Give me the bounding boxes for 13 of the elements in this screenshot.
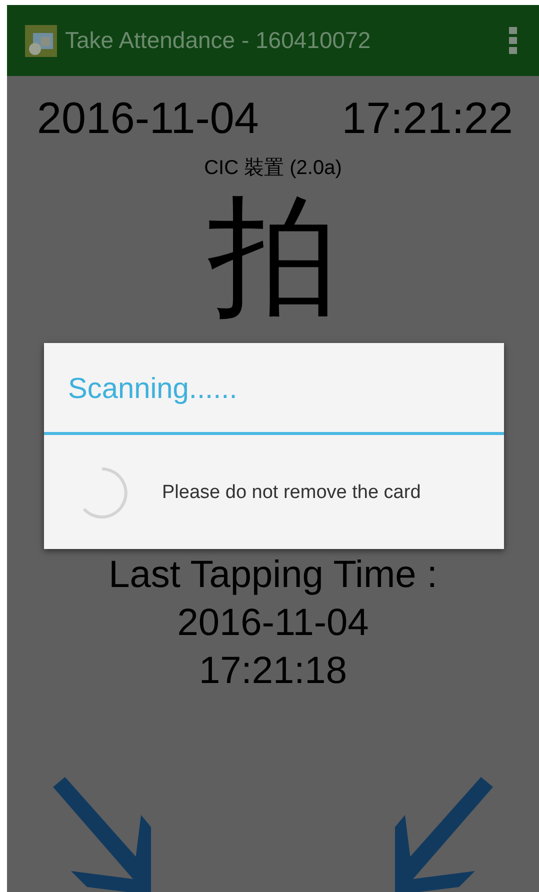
app-icon xyxy=(25,24,57,56)
prompt-character: 拍 xyxy=(206,181,339,331)
window-title: Take Attendance - 160410072 xyxy=(65,27,372,54)
last-tap-date: 2016-11-04 xyxy=(177,601,369,646)
date-text: 2016-11-04 xyxy=(37,94,259,144)
arrow-icon xyxy=(53,777,151,892)
last-tap-time: 17:21:18 xyxy=(199,649,347,694)
dialog-title: Scanning...... xyxy=(67,372,238,407)
time-text: 17:21:22 xyxy=(342,94,513,144)
arrow-icon xyxy=(395,777,493,892)
last-tap-label: Last Tapping Time : xyxy=(108,553,438,598)
device-label: CIC 裝置 (2.0a) xyxy=(203,156,343,181)
dialog-message: Please do not remove the card xyxy=(162,482,421,504)
